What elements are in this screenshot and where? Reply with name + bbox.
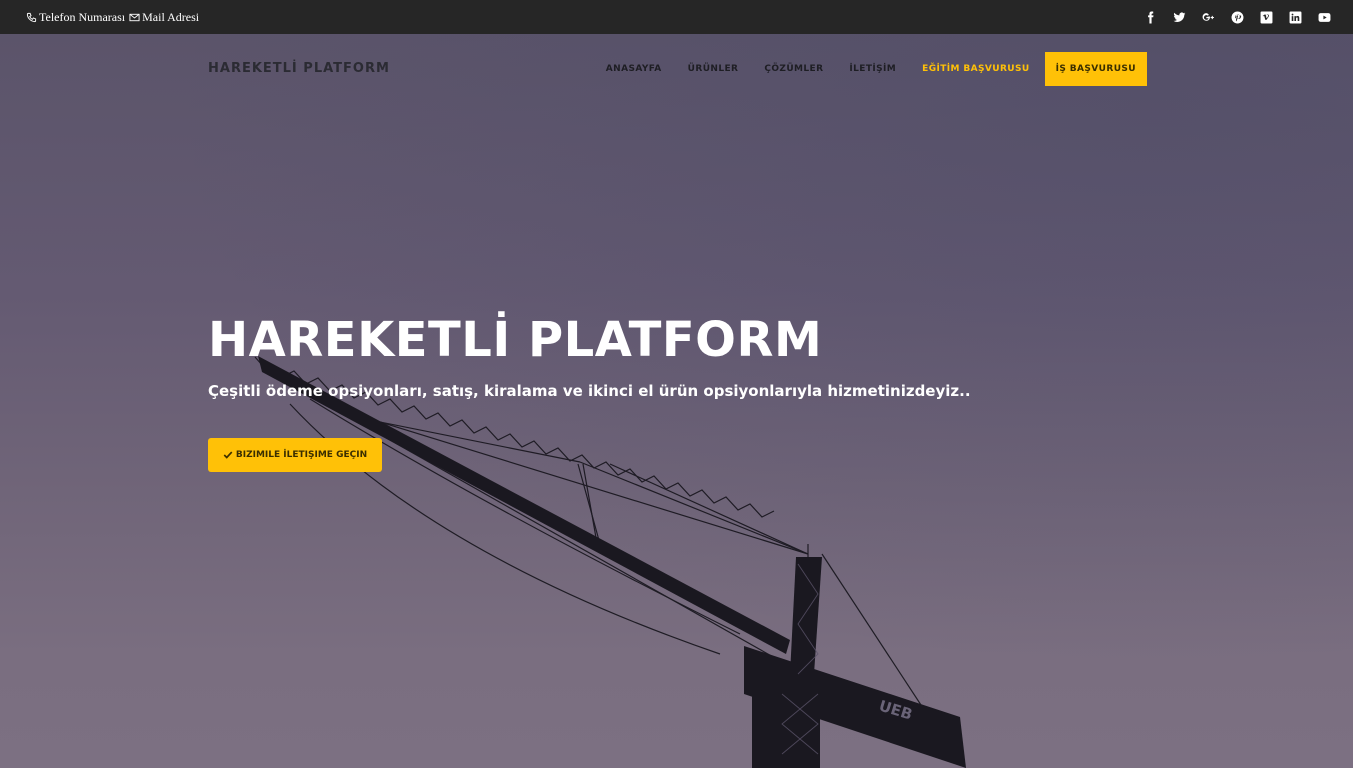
google-plus-icon[interactable] (1201, 10, 1215, 24)
nav-item-cozumler[interactable]: ÇÖZÜMLER (764, 64, 823, 74)
nav-item-iletisim[interactable]: İLETİŞİM (849, 64, 896, 74)
top-bar: Telefon Numarası Mail Adresi (0, 0, 1353, 34)
crane-silhouette: UEB (254, 356, 966, 768)
main-navbar: HAREKETLİ PLATFORM ANASAYFA ÜRÜNLER ÇÖZÜ… (208, 51, 1147, 86)
phone-icon (26, 12, 37, 22)
hero-title: HAREKETLİ PLATFORM (208, 312, 823, 368)
twitter-icon[interactable] (1172, 10, 1186, 24)
facebook-icon[interactable] (1143, 10, 1157, 24)
nav-item-anasayfa[interactable]: ANASAYFA (606, 64, 662, 74)
contact-info: Telefon Numarası Mail Adresi (26, 10, 199, 25)
nav-menu: ANASAYFA ÜRÜNLER ÇÖZÜMLER İLETİŞİM EĞİTİ… (580, 51, 1147, 86)
hero-subtitle: Çeşitli ödeme opsiyonları, satış, kirala… (208, 382, 971, 400)
brand-logo[interactable]: HAREKETLİ PLATFORM (208, 61, 390, 76)
social-links (1143, 10, 1331, 24)
mail-link[interactable]: Mail Adresi (129, 10, 199, 25)
mail-icon (129, 13, 140, 21)
pinterest-icon[interactable] (1230, 10, 1244, 24)
contact-cta-button[interactable]: BIZIMILE İLETIŞIME GEÇIN (208, 438, 382, 472)
phone-link[interactable]: Telefon Numarası (26, 10, 125, 25)
nav-item-egitim-basvurusu[interactable]: EĞİTİM BAŞVURUSU (922, 64, 1029, 74)
hero-section: UEB HAREKETLİ PLATFORM ANASAYFA ÜRÜNLER … (0, 34, 1353, 768)
vimeo-icon[interactable] (1259, 10, 1273, 24)
linkedin-icon[interactable] (1288, 10, 1302, 24)
phone-label: Telefon Numarası (39, 9, 126, 24)
mail-label: Mail Adresi (142, 9, 200, 24)
nav-item-urunler[interactable]: ÜRÜNLER (688, 64, 739, 74)
cta-label: BIZIMILE İLETIŞIME GEÇIN (235, 450, 368, 460)
nav-button-is-basvurusu[interactable]: İŞ BAŞVURUSU (1044, 51, 1147, 86)
youtube-icon[interactable] (1317, 10, 1331, 24)
check-icon (223, 451, 233, 459)
